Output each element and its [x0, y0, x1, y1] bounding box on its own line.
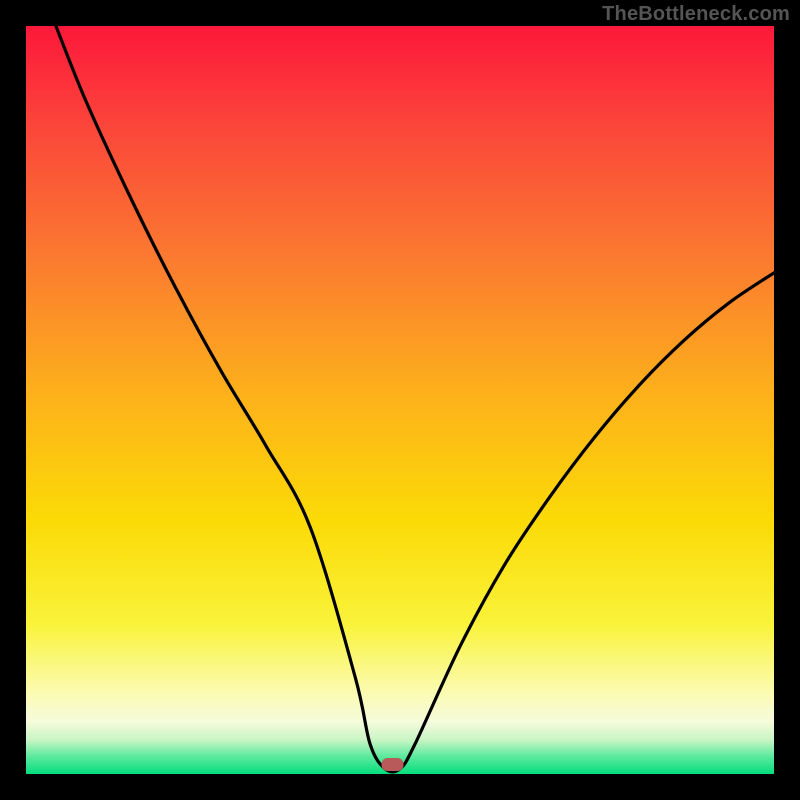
watermark-text: TheBottleneck.com — [602, 3, 790, 26]
optimal-marker — [382, 758, 404, 771]
plot-area — [26, 26, 774, 774]
chart-frame: TheBottleneck.com — [0, 0, 800, 800]
chart-svg — [26, 26, 774, 774]
gradient-background — [26, 26, 774, 774]
